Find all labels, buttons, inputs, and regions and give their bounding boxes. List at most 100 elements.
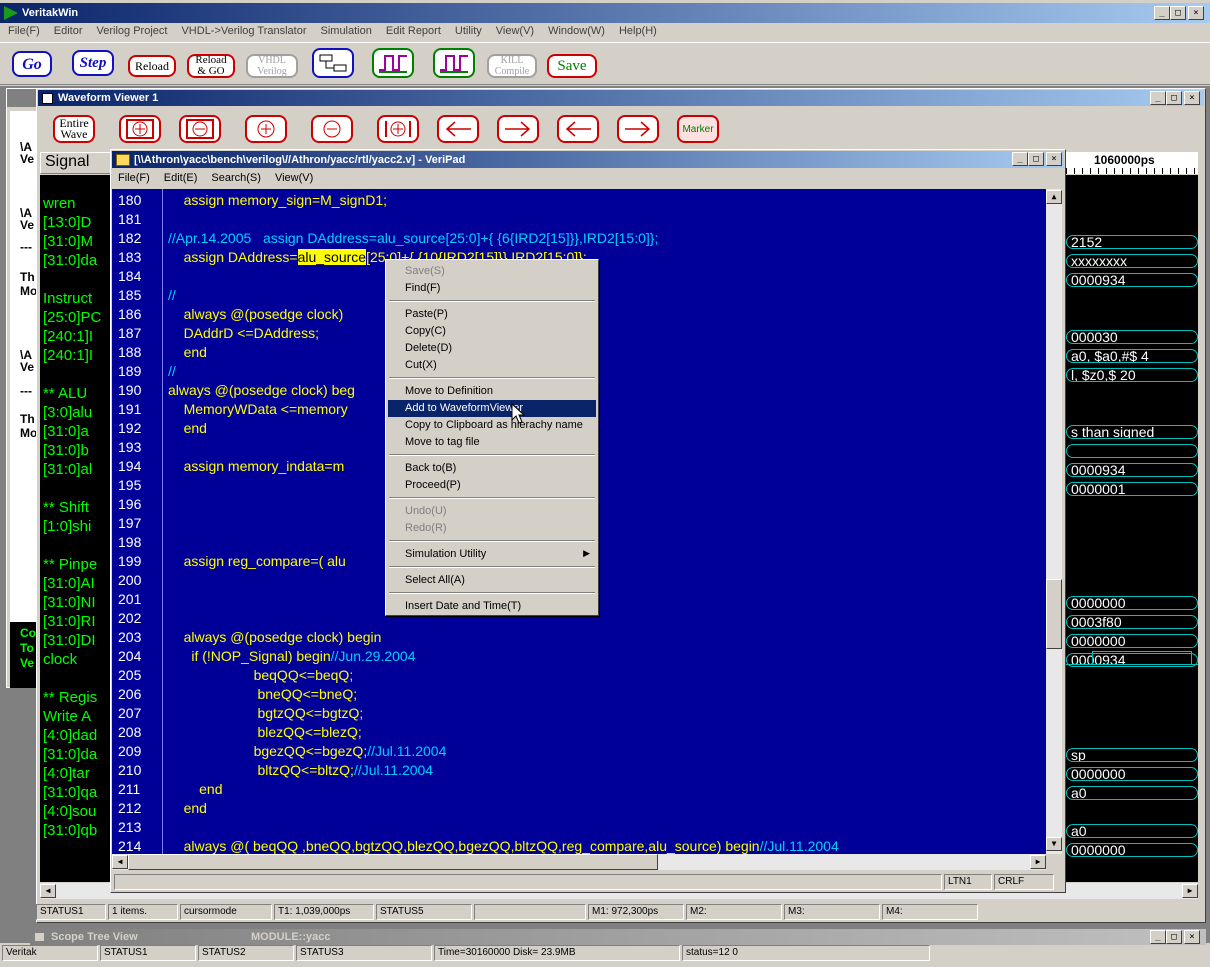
context-menu-item[interactable]: Insert Date and Time(T) (388, 598, 596, 615)
code-line[interactable]: // (168, 287, 176, 303)
signal-row[interactable]: [31:0]al (43, 461, 92, 478)
code-line[interactable]: bltzQQ<=bltzQ;//Jul.11.2004 (168, 762, 433, 778)
context-menu-item[interactable]: Redo(R) (388, 520, 596, 537)
code-line[interactable]: end (168, 800, 207, 816)
app-menu-item[interactable]: View(V) (496, 25, 534, 37)
signal-row[interactable]: [1:0]shi (43, 518, 91, 535)
signal-row[interactable]: [31:0]NI (43, 594, 96, 611)
signal-row[interactable]: [31:0]qb (43, 822, 97, 839)
scroll-right-button[interactable] (497, 115, 539, 143)
scroll-left-button[interactable] (437, 115, 479, 143)
signal-row[interactable]: ** ALU (43, 385, 87, 402)
signal-row[interactable]: ** Pinpe (43, 556, 97, 573)
app-menu-item[interactable]: Utility (455, 25, 482, 37)
veripad-menu-item[interactable]: View(V) (275, 172, 313, 184)
signal-row[interactable]: [4:0]dad (43, 727, 97, 744)
context-menu-item[interactable]: Move to tag file (388, 434, 596, 451)
page-right-button[interactable] (617, 115, 659, 143)
app-minimize-button[interactable]: _ (1154, 6, 1170, 20)
app-menu-item[interactable]: Window(W) (548, 25, 605, 37)
kill-compile-button[interactable]: KILL Compile (487, 54, 537, 78)
wave-add-button[interactable] (433, 48, 475, 78)
app-close-button[interactable]: × (1188, 6, 1204, 20)
context-menu-item[interactable]: Cut(X) (388, 357, 596, 374)
context-menu-item[interactable]: Proceed(P) (388, 477, 596, 494)
context-menu-item[interactable]: Back to(B) (388, 460, 596, 477)
code-hscroll[interactable]: ◀ ▶ (112, 854, 1046, 870)
zoom-out-box-button[interactable] (179, 115, 221, 143)
code-line[interactable]: end (168, 420, 207, 436)
code-vscroll[interactable]: ▲ ▼ (1046, 189, 1062, 854)
page-left-button[interactable] (557, 115, 599, 143)
hierarchy-button[interactable] (312, 48, 354, 78)
code-line[interactable]: always @(posedge clock) (168, 306, 344, 322)
signal-row[interactable]: [4:0]sou (43, 803, 96, 820)
context-menu-item[interactable]: Move to Definition (388, 383, 596, 400)
signal-row[interactable]: wren (43, 195, 76, 212)
app-menu-item[interactable]: Editor (54, 25, 83, 37)
signal-row[interactable]: ** Regis (43, 689, 97, 706)
context-menu-item[interactable]: Save(S) (388, 263, 596, 280)
code-hscroll-thumb[interactable] (128, 854, 658, 870)
wave-maximize-button[interactable]: □ (1166, 91, 1182, 105)
scope-minimize-button[interactable]: _ (1150, 930, 1166, 944)
code-line[interactable]: if (!NOP_Signal) begin//Jun.29.2004 (168, 648, 415, 664)
code-vscroll-down[interactable]: ▼ (1046, 837, 1062, 851)
signal-row[interactable]: clock (43, 651, 77, 668)
signal-row[interactable]: [31:0]da (43, 252, 97, 269)
veripad-menu-item[interactable]: File(F) (118, 172, 150, 184)
go-button[interactable]: Go (12, 51, 52, 77)
signal-row[interactable]: [4:0]tar (43, 765, 90, 782)
signal-row[interactable]: [31:0]RI (43, 613, 96, 630)
app-menu-item[interactable]: Help(H) (619, 25, 657, 37)
signal-row[interactable]: Instruct (43, 290, 92, 307)
code-line[interactable]: // (168, 363, 176, 379)
app-menu-item[interactable]: Edit Report (386, 25, 441, 37)
signal-row[interactable]: [31:0]a (43, 423, 89, 440)
step-button[interactable]: Step (72, 50, 114, 76)
vhdl-verilog-button[interactable]: VHDL Verilog (246, 54, 298, 78)
wave-close-button[interactable]: × (1184, 91, 1200, 105)
reload-button[interactable]: Reload (128, 55, 176, 77)
signal-row[interactable]: [13:0]D (43, 214, 91, 231)
context-menu-item[interactable]: Select All(A) (388, 572, 596, 589)
code-line[interactable]: MemoryWData <=memory (168, 401, 348, 417)
zoom-cursor-button[interactable] (377, 115, 419, 143)
code-line[interactable]: bneQQ<=bneQ; (168, 686, 357, 702)
signal-row[interactable]: [31:0]da (43, 746, 97, 763)
signal-row[interactable]: [3:0]alu (43, 404, 92, 421)
app-menu-item[interactable]: VHDL->Verilog Translator (181, 25, 306, 37)
signal-row[interactable]: [25:0]PC (43, 309, 101, 326)
app-menu-item[interactable]: Simulation (321, 25, 372, 37)
code-line[interactable]: beqQQ<=beqQ; (168, 667, 354, 683)
marker-button[interactable]: Marker (677, 115, 719, 143)
signal-row[interactable]: [31:0]b (43, 442, 89, 459)
zoom-in-box-button[interactable] (119, 115, 161, 143)
veripad-close-button[interactable]: × (1046, 152, 1062, 166)
context-menu-item[interactable]: Paste(P) (388, 306, 596, 323)
code-line[interactable]: assign memory_sign=M_signD1; (168, 192, 387, 208)
save-button[interactable]: Save (547, 54, 597, 78)
code-line[interactable]: always @(posedge clock) begin (168, 629, 382, 645)
scope-close-button[interactable]: × (1184, 930, 1200, 944)
code-line[interactable]: assign reg_compare=( alu (168, 553, 346, 569)
signal-row[interactable]: [240:1]I (43, 328, 93, 345)
signal-row[interactable]: [31:0]DI (43, 632, 96, 649)
code-line[interactable]: //Apr.14.2005 assign DAddress=alu_source… (168, 230, 658, 246)
code-line[interactable]: bgtzQQ<=bgtzQ; (168, 705, 363, 721)
code-line[interactable]: end (168, 344, 207, 360)
signal-row[interactable]: [31:0]AI (43, 575, 95, 592)
wave-hscroll-left[interactable]: ◀ (40, 884, 56, 898)
code-line[interactable]: end (168, 781, 222, 797)
app-maximize-button[interactable]: □ (1170, 6, 1186, 20)
signal-row[interactable]: [31:0]M (43, 233, 93, 250)
veripad-menu-item[interactable]: Edit(E) (164, 172, 198, 184)
code-line[interactable]: always @( beqQQ ,bneQQ,bgtzQQ,blezQQ,bge… (168, 838, 839, 854)
wave-button[interactable] (372, 48, 414, 78)
wave-hscroll-right[interactable]: ▶ (1182, 884, 1198, 898)
zoom-in-button[interactable] (245, 115, 287, 143)
code-hscroll-right[interactable]: ▶ (1030, 855, 1046, 869)
entire-wave-button[interactable]: Entire Wave (53, 115, 95, 143)
app-menu-item[interactable]: Verilog Project (97, 25, 168, 37)
context-menu-item[interactable]: Find(F) (388, 280, 596, 297)
